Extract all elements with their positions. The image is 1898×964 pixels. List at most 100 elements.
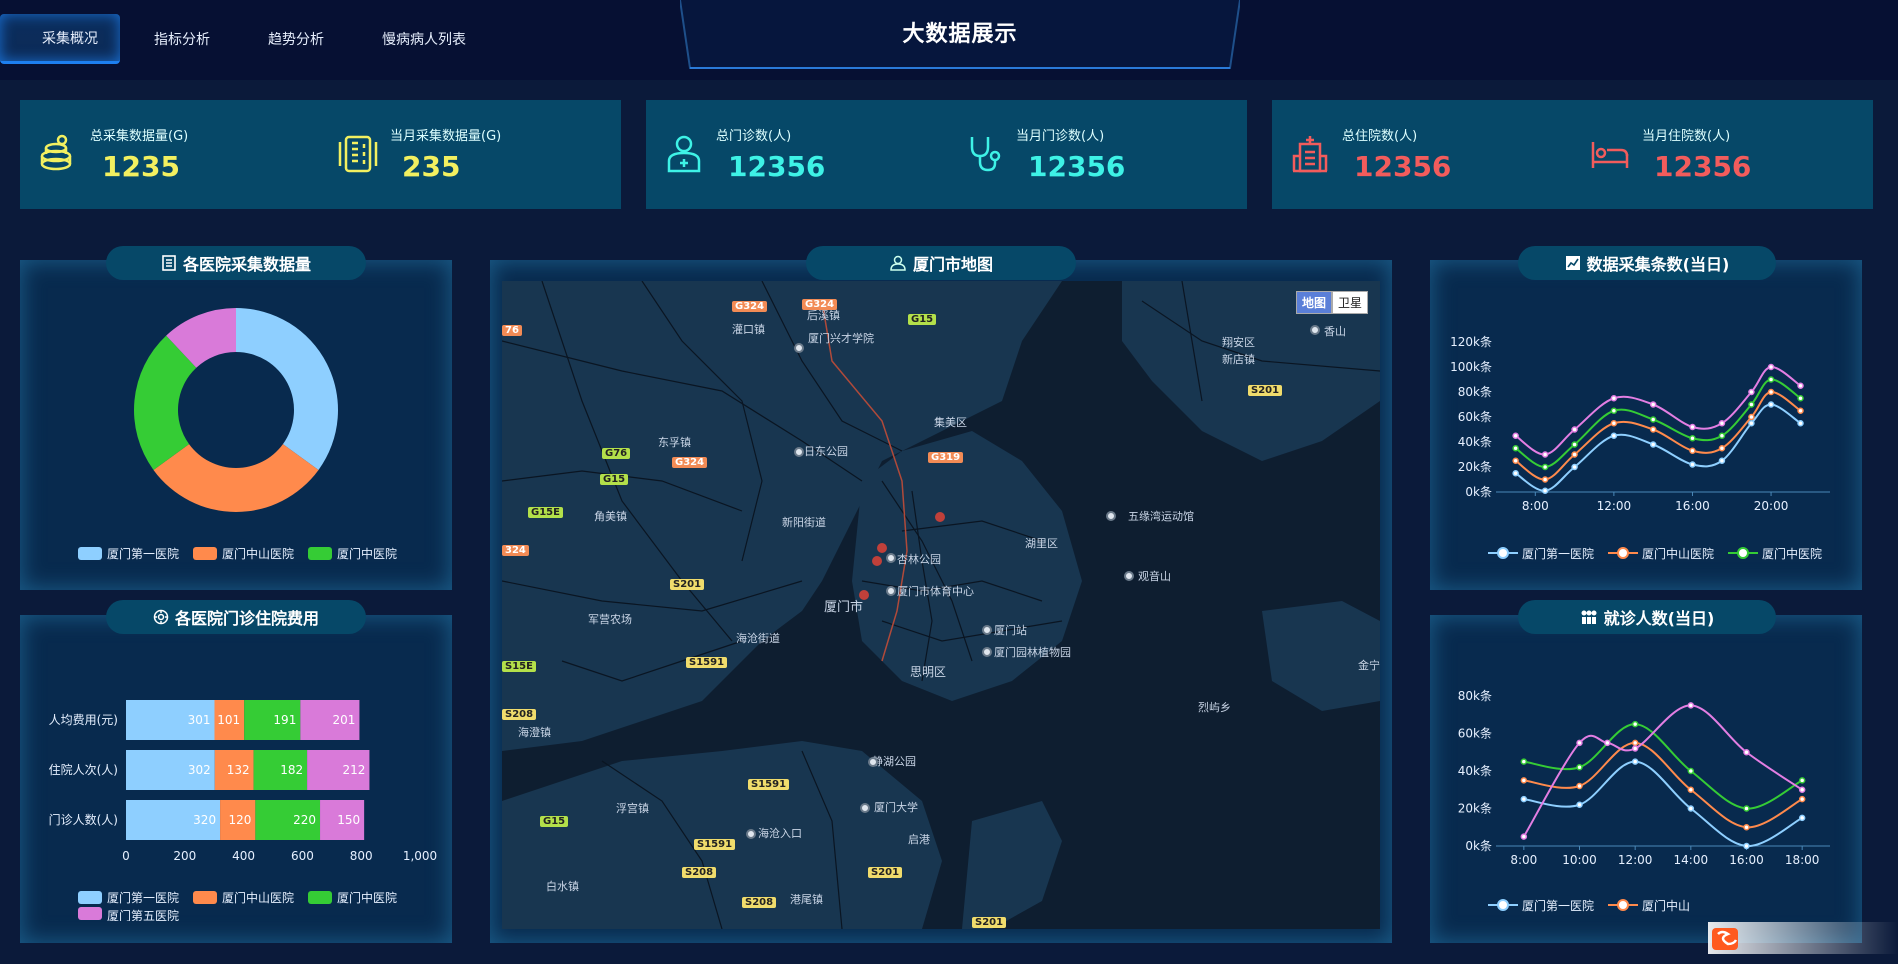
data-point [1743,749,1750,756]
stat-value: 12356 [1028,150,1126,183]
tab-indicator-analysis[interactable]: 指标分析 [130,14,234,64]
legend-item[interactable]: 厦门中山 [1608,895,1690,915]
poi-marker[interactable] [886,586,896,596]
poi-marker[interactable] [1106,511,1116,521]
road-badge: G324 [672,457,708,468]
database-coin-icon [40,134,72,171]
map-canvas[interactable] [502,281,1380,929]
poi-marker[interactable] [794,343,804,353]
bar-data-label: 220 [293,813,316,827]
data-point [1610,395,1618,402]
road-badge: 76 [502,325,522,336]
legend-label: 厦门中山医院 [1642,546,1715,561]
bar-data-label: 101 [217,713,240,727]
stat-panel-outpatient: 总门诊数(人) 12356 当月门诊数(人) 12356 [646,100,1247,209]
legend-item[interactable]: 厦门第一医院 [78,887,179,907]
poi-marker[interactable] [860,803,870,813]
map-type-map-button[interactable]: 地图 [1295,291,1332,314]
road-badge: S201 [868,867,903,878]
data-point [1748,413,1755,421]
data-point [1797,395,1804,402]
stat-panel-inpatient: 总住院数(人) 12356 当月住院数(人) 12356 [1272,100,1873,209]
series-line [1515,366,1802,456]
bar-data-label: 120 [228,813,251,827]
data-point [1718,432,1726,439]
data-point [1512,457,1519,464]
stat-label: 当月门诊数(人) [1016,129,1105,144]
data-point [1687,805,1695,812]
data-point [1631,720,1639,728]
poi-marker[interactable] [982,647,992,657]
stat-total-data: 总采集数据量(G) 1235 [20,100,320,209]
tab-trend-analysis[interactable]: 趋势分析 [244,14,348,64]
data-point [1743,805,1750,812]
legend-item[interactable]: 厦门中医院 [308,543,397,563]
bar-legend: 厦门第一医院 厦门中山医院 厦门中医院 厦门第五医院 [78,887,438,921]
panel-title-text: 就诊人数(当日) [1603,609,1715,628]
x-tick-label: 400 [232,849,255,863]
data-point [1767,363,1775,371]
legend-swatch [78,890,102,904]
legend-item[interactable]: 厦门第一医院 [1488,895,1594,915]
doctor-icon [667,135,701,173]
data-point [1797,382,1804,389]
series-line [1515,391,1802,481]
user-location-icon [890,255,906,271]
tab-chronic-patient-list[interactable]: 慢病病人列表 [358,14,490,64]
legend-item[interactable]: 厦门中医院 [1728,543,1822,563]
stat-panel-data: 总采集数据量(G) 1235 当月采集数据量(G) 235 [20,100,621,209]
stat-value: 12356 [1654,150,1752,183]
bar-data-label: 132 [227,763,250,777]
legend-item[interactable]: 厦门中山医院 [193,887,294,907]
donut-slice [153,444,319,513]
legend-item[interactable]: 厦门第一医院 [1488,543,1594,563]
stat-label: 总住院数(人) [1342,129,1418,144]
road-badge: S208 [682,867,717,878]
road-badge: 324 [502,545,529,556]
data-point [1718,445,1726,452]
road-badge: S1591 [694,839,736,850]
map-label: 日东公园 [804,445,848,458]
panel-title-bar: 各医院门诊住院费用 [106,600,366,634]
legend-swatch [308,890,333,904]
legend-item[interactable]: 厦门第一医院 [78,543,179,563]
legend-item[interactable]: 厦门第五医院 [78,907,179,921]
poi-marker[interactable] [868,757,878,767]
poi-marker[interactable] [746,829,756,839]
map-type-satellite-button[interactable]: 卫星 [1331,291,1368,314]
poi-marker[interactable] [794,447,804,457]
legend-item[interactable]: 厦门中山医院 [193,543,294,563]
tab-overview[interactable]: 采集概况 [0,14,120,64]
poi-marker[interactable] [1124,571,1134,581]
map-label: 东孚镇 [658,436,691,449]
poi-marker[interactable] [982,625,992,635]
legend-item[interactable]: 厦门中医院 [308,887,397,907]
poi-marker[interactable] [1310,325,1320,335]
data-point [1631,745,1639,752]
legend-item[interactable]: 厦门中山医院 [1608,543,1714,563]
list-icon [162,255,176,271]
road-badge: S15E [502,661,536,672]
donut-slice [236,308,339,470]
data-point [1610,407,1618,414]
stat-label: 总采集数据量(G) [90,129,189,144]
map-label: 静湖公园 [872,755,916,768]
bar-data-label: 150 [337,813,360,827]
hospital-bed-icon [1591,142,1629,168]
donut-chart [134,308,339,513]
city-map[interactable]: 地图 卫星 灌口镇 后溪镇 厦门兴才学院 集美区 日东公园 东孚镇 角美镇 新阳… [502,281,1380,929]
legend-label: 厦门第一医院 [107,890,180,905]
stat-total-outpatient: 总门诊数(人) 12356 [646,100,946,209]
map-label: 金宁 [1358,659,1380,672]
poi-marker[interactable] [886,553,896,563]
panel-title-line1: 数据采集条数(当日) [1518,246,1776,280]
map-label: 厦门市体育中心 [897,585,974,598]
legend-swatch [1488,899,1518,911]
data-point [1797,407,1804,414]
data-point [1743,842,1750,850]
line2-panel: 0k条 20k条 40k条 60k条 80k条 8:00 10:00 12:00 14:00 16… [1430,615,1862,943]
data-point [1748,388,1755,396]
donut-legend: 厦门第一医院 厦门中山医院 厦门中医院 [78,543,411,563]
map-land [502,281,1380,929]
panel-title-text: 各医院门诊住院费用 [174,609,319,628]
